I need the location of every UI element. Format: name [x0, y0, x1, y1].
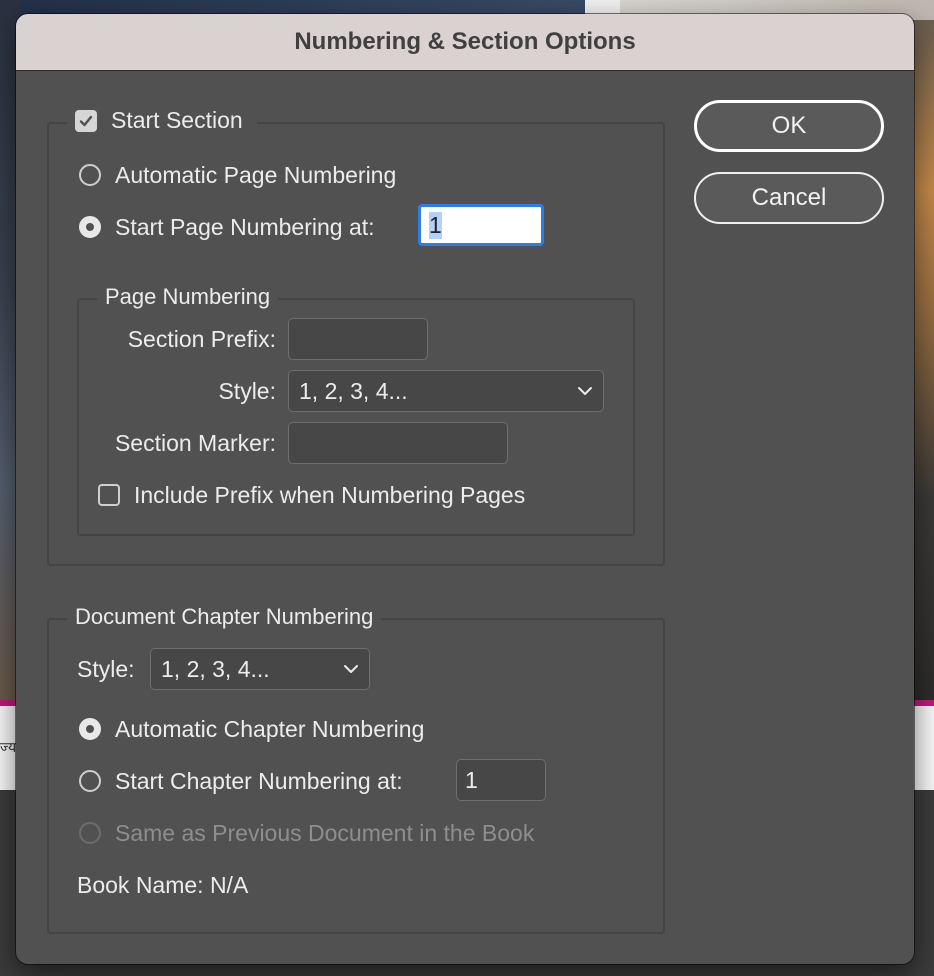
page-style-select[interactable]: 1, 2, 3, 4...	[288, 370, 604, 412]
automatic-page-numbering-radio[interactable]	[79, 164, 101, 186]
start-page-number-value: 1	[429, 211, 442, 239]
dialog-title: Numbering & Section Options	[294, 28, 636, 55]
page-style-label: Style:	[218, 378, 276, 404]
start-section-header[interactable]: Start Section	[67, 107, 257, 134]
start-page-numbering-option[interactable]: Start Page Numbering at:	[79, 212, 375, 242]
chapter-style-label: Style:	[77, 656, 135, 682]
include-prefix-checkbox[interactable]	[98, 484, 120, 506]
same-as-previous-radio	[79, 822, 101, 844]
chevron-down-icon	[344, 665, 358, 673]
start-chapter-numbering-radio[interactable]	[79, 770, 101, 792]
start-page-number-input[interactable]: 1	[418, 204, 544, 246]
start-chapter-number-value: 1	[465, 766, 478, 793]
same-as-previous-label: Same as Previous Document in the Book	[115, 819, 535, 846]
automatic-page-numbering-option[interactable]: Automatic Page Numbering	[79, 160, 396, 190]
background-image-right	[914, 20, 934, 700]
same-as-previous-option: Same as Previous Document in the Book	[79, 818, 534, 848]
numbering-section-options-dialog: Numbering & Section Options Start Sectio…	[16, 14, 914, 964]
start-section-checkbox[interactable]	[75, 109, 97, 132]
include-prefix-option[interactable]: Include Prefix when Numbering Pages	[98, 480, 525, 510]
start-page-numbering-radio[interactable]	[79, 216, 101, 238]
chapter-style-select[interactable]: 1, 2, 3, 4...	[150, 648, 370, 690]
page-style-value: 1, 2, 3, 4...	[299, 377, 408, 404]
section-prefix-input[interactable]	[288, 318, 428, 360]
checkmark-icon	[79, 115, 93, 126]
include-prefix-label: Include Prefix when Numbering Pages	[134, 481, 526, 508]
section-marker-label: Section Marker:	[114, 430, 276, 456]
automatic-chapter-numbering-option[interactable]: Automatic Chapter Numbering	[79, 714, 424, 744]
page-numbering-header: Page Numbering	[97, 284, 279, 310]
book-name-label: Book Name: N/A	[77, 872, 249, 898]
automatic-chapter-numbering-radio[interactable]	[79, 718, 101, 740]
start-chapter-number-input[interactable]: 1	[456, 759, 546, 801]
start-chapter-numbering-label: Start Chapter Numbering at:	[115, 767, 403, 794]
start-page-numbering-label: Start Page Numbering at:	[115, 213, 375, 240]
ok-button[interactable]: OK	[694, 100, 884, 152]
start-section-label: Start Section	[111, 107, 243, 133]
chapter-numbering-header: Document Chapter Numbering	[67, 604, 382, 630]
dialog-titlebar[interactable]: Numbering & Section Options	[16, 14, 914, 71]
cancel-button[interactable]: Cancel	[694, 172, 884, 224]
automatic-chapter-numbering-label: Automatic Chapter Numbering	[115, 715, 425, 742]
section-marker-input[interactable]	[288, 422, 508, 464]
section-prefix-label: Section Prefix:	[127, 326, 276, 352]
automatic-page-numbering-label: Automatic Page Numbering	[115, 161, 397, 188]
start-chapter-numbering-option[interactable]: Start Chapter Numbering at:	[79, 766, 403, 796]
chapter-style-value: 1, 2, 3, 4...	[161, 655, 270, 682]
chevron-down-icon	[578, 387, 592, 395]
